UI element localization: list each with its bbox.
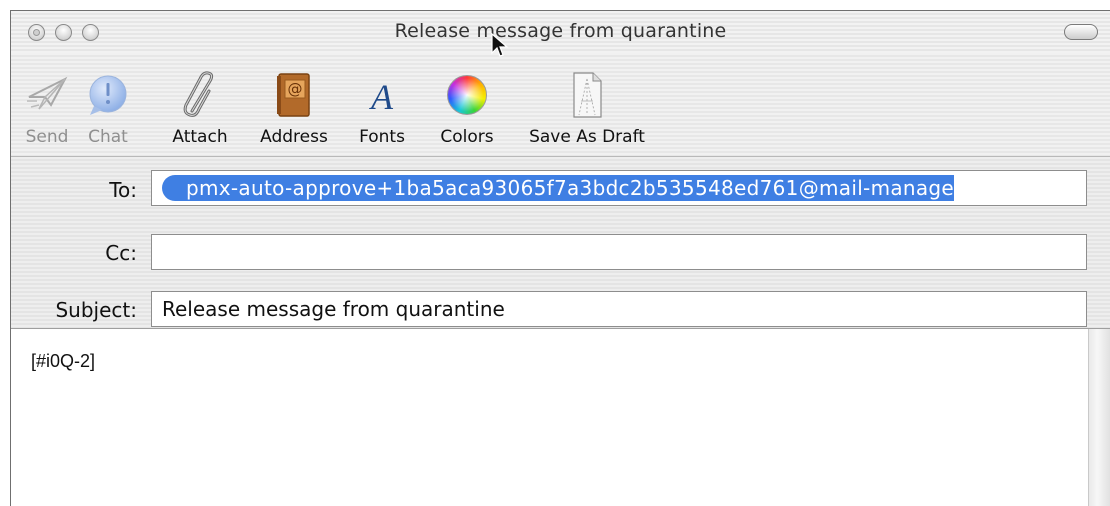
address-button[interactable]: @ Address	[251, 71, 337, 147]
save-as-draft-button[interactable]: Save As Draft	[517, 71, 657, 147]
fonts-label: Fonts	[359, 127, 405, 147]
message-body[interactable]: [#i0Q-2]	[11, 329, 1088, 506]
window-title: Release message from quarantine	[394, 20, 727, 42]
paperclip-icon	[176, 71, 224, 119]
address-label: Address	[260, 127, 328, 147]
color-wheel-icon	[443, 71, 491, 119]
paper-plane-icon	[23, 71, 71, 119]
attach-label: Attach	[172, 127, 228, 147]
to-field[interactable]: pmx-auto-approve+1ba5aca93065f7a3bdc2b53…	[151, 170, 1087, 206]
message-header-fields: To: pmx-auto-approve+1ba5aca93065f7a3bdc…	[11, 157, 1110, 329]
address-book-icon: @	[270, 71, 318, 119]
subject-value: Release message from quarantine	[162, 297, 505, 321]
fonts-button[interactable]: A Fonts	[349, 71, 415, 147]
svg-text:@: @	[288, 80, 303, 98]
chat-button[interactable]: Chat	[77, 71, 139, 147]
recipient-token[interactable]: pmx-auto-approve+1ba5aca93065f7a3bdc2b53…	[162, 175, 955, 201]
colors-label: Colors	[440, 127, 494, 147]
svg-text:A: A	[369, 77, 394, 117]
cc-label: Cc:	[105, 241, 137, 265]
cc-field[interactable]	[151, 234, 1087, 270]
document-draft-icon	[563, 71, 611, 119]
compose-window: Release message from quarantine Send Cha…	[10, 10, 1110, 506]
subject-label: Subject:	[55, 298, 137, 322]
to-label: To:	[109, 178, 137, 202]
toolbar: Send Chat Attach @ Address A Fonts Color…	[11, 53, 1110, 157]
chat-bubble-icon	[84, 71, 132, 119]
vertical-scrollbar[interactable]	[1088, 329, 1110, 506]
chat-label: Chat	[88, 127, 128, 147]
mouse-cursor-icon	[491, 33, 509, 57]
font-a-icon: A	[358, 71, 406, 119]
colors-button[interactable]: Colors	[429, 71, 505, 147]
body-text: [#i0Q-2]	[31, 351, 96, 371]
title-bar[interactable]: Release message from quarantine	[11, 11, 1110, 54]
toolbar-toggle-button[interactable]	[1064, 24, 1098, 40]
save-as-draft-label: Save As Draft	[529, 127, 645, 147]
send-button[interactable]: Send	[17, 71, 77, 147]
attach-button[interactable]: Attach	[165, 71, 235, 147]
send-label: Send	[25, 127, 69, 147]
subject-field[interactable]: Release message from quarantine	[151, 291, 1087, 327]
